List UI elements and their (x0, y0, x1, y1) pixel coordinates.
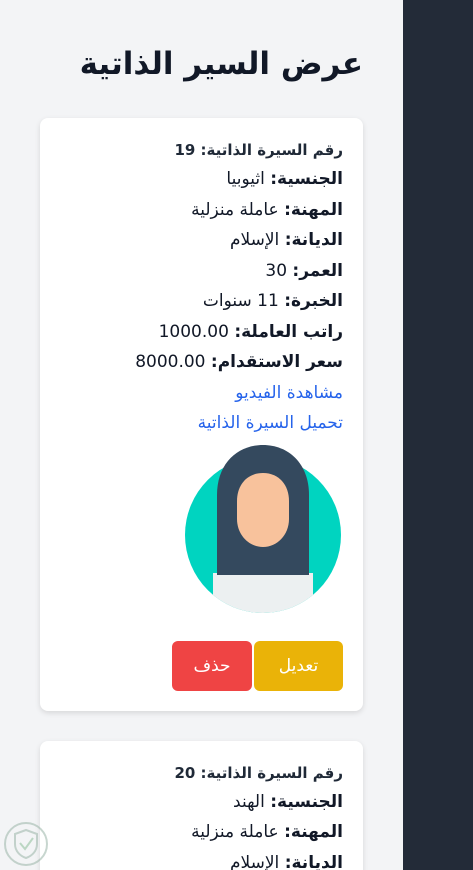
salary-label: راتب العاملة: (234, 321, 343, 342)
edit-button[interactable]: تعديل (254, 640, 343, 691)
experience-label: الخبرة: (284, 291, 343, 311)
profession-row: المهنة: عاملة منزلية (60, 817, 343, 848)
avatar-container (60, 443, 343, 615)
shield-logo-icon (4, 822, 48, 866)
side-panel (403, 0, 473, 870)
profession-label: المهنة: (284, 199, 343, 220)
religion-row: الديانة: الإسلام (60, 225, 343, 256)
watch-video-link[interactable]: مشاهدة الفيديو (60, 378, 343, 409)
age-value: 30 (265, 260, 288, 281)
cv-number: رقم السيرة الذاتية: 20 (60, 759, 343, 787)
main-content: عرض السير الذاتية رقم السيرة الذاتية: 19… (40, 0, 363, 870)
salary-value: 1000.00 (158, 321, 229, 342)
woman-hijab-avatar-icon (185, 444, 341, 613)
profession-value: عاملة منزلية (191, 199, 279, 220)
experience-row: الخبرة: 11 سنوات (60, 286, 343, 317)
page-title: عرض السير الذاتية (79, 46, 363, 82)
cv-number: رقم السيرة الذاتية: 19 (60, 136, 343, 164)
religion-row: الديانة: الإسلام (60, 848, 343, 870)
nationality-row: الجنسية: الهند (60, 787, 343, 818)
price-value: 8000.00 (135, 352, 206, 372)
cv-card: رقم السيرة الذاتية: 20 الجنسية: الهند ال… (40, 740, 363, 870)
profession-row: المهنة: عاملة منزلية (60, 195, 343, 226)
cv-card: رقم السيرة الذاتية: 19 الجنسية: اثيوبيا … (40, 118, 363, 711)
age-row: العمر: 30 (60, 256, 343, 287)
nationality-label: الجنسية: (270, 791, 343, 812)
cv-number-label: رقم السيرة الذاتية: (200, 763, 343, 782)
download-cv-link[interactable]: تحميل السيرة الذاتية (60, 408, 343, 439)
religion-label: الديانة: (284, 230, 343, 250)
nationality-value: اثيوبيا (226, 169, 265, 189)
delete-button[interactable]: حذف (172, 640, 252, 691)
price-row: سعر الاستقدام: 8000.00 (60, 347, 343, 378)
cv-number-label: رقم السيرة الذاتية: (200, 141, 343, 159)
nationality-label: الجنسية: (270, 169, 343, 189)
profession-value: عاملة منزلية (191, 822, 279, 842)
card-actions: تعديل حذف (60, 640, 343, 691)
religion-value: الإسلام (229, 230, 280, 250)
profession-label: المهنة: (284, 822, 343, 842)
cv-list-page: عرض السير الذاتية رقم السيرة الذاتية: 19… (0, 0, 473, 870)
age-label: العمر: (292, 260, 343, 281)
nationality-value: الهند (233, 791, 265, 812)
religion-value: الإسلام (229, 852, 280, 870)
price-label: سعر الاستقدام: (210, 352, 343, 372)
cv-number-value: 20 (174, 763, 196, 782)
cv-number-value: 19 (174, 141, 196, 159)
religion-label: الديانة: (284, 852, 343, 870)
nationality-row: الجنسية: اثيوبيا (60, 164, 343, 195)
salary-row: راتب العاملة: 1000.00 (60, 317, 343, 348)
experience-value: 11 سنوات (202, 291, 279, 311)
